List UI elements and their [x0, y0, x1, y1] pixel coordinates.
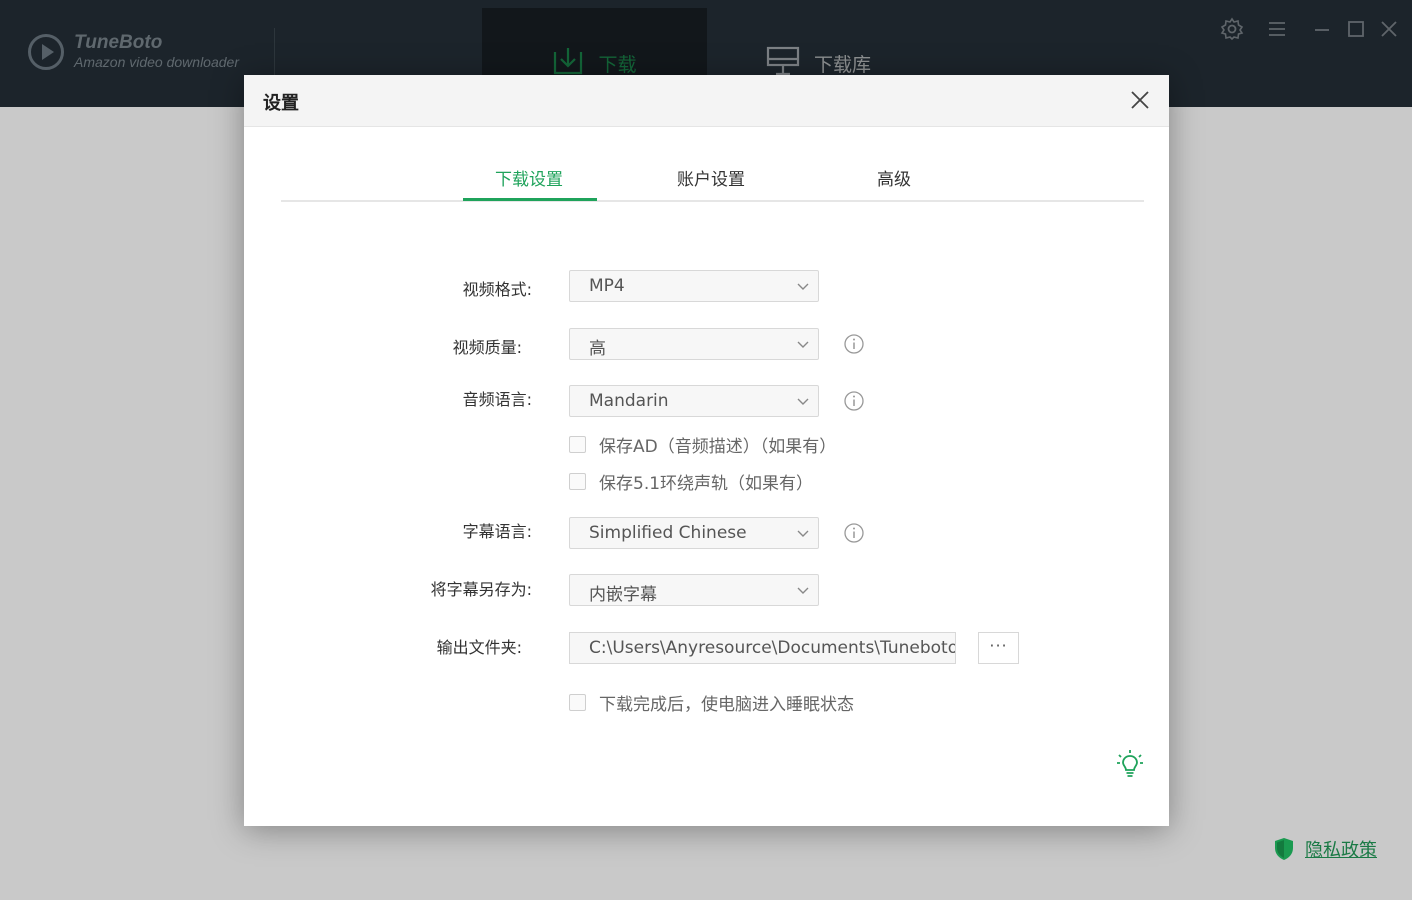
browse-folder-button[interactable]: ··· [978, 632, 1019, 664]
output-folder-label: 输出文件夹: [436, 638, 522, 657]
save-51-option[interactable]: 保存5.1环绕声轨（如果有） [569, 469, 813, 494]
save-subtitle-as-select[interactable]: 内嵌字幕 [569, 574, 819, 606]
chevron-down-icon [797, 398, 809, 405]
output-folder-input[interactable]: C:\Users\Anyresource\Documents\Tuneboto [569, 632, 956, 664]
chevron-down-icon [797, 587, 809, 594]
save-ad-option[interactable]: 保存AD（音频描述）（如果有） [569, 432, 836, 457]
lightbulb-icon[interactable] [1116, 749, 1144, 779]
settings-tabs: 下载设置 账户设置 高级 [281, 157, 1144, 202]
info-icon[interactable] [843, 333, 865, 355]
audio-language-label: 音频语言: [462, 390, 532, 409]
dialog-title: 设置 [263, 93, 299, 114]
output-folder-value: C:\Users\Anyresource\Documents\Tuneboto [589, 638, 956, 658]
save-subtitle-as-value: 内嵌字幕 [589, 585, 657, 605]
save-ad-checkbox[interactable] [569, 436, 586, 453]
video-quality-select[interactable]: 高 [569, 328, 819, 360]
audio-language-select[interactable]: Mandarin [569, 385, 819, 417]
video-quality-value: 高 [589, 339, 606, 359]
video-format-label: 视频格式: [462, 280, 532, 299]
info-icon[interactable] [843, 522, 865, 544]
subtitle-language-value: Simplified Chinese [589, 523, 747, 543]
video-quality-label: 视频质量: [452, 338, 522, 357]
tab-advanced[interactable]: 高级 [877, 165, 911, 190]
chevron-down-icon [797, 341, 809, 348]
video-format-value: MP4 [589, 276, 625, 296]
subtitle-language-label: 字幕语言: [462, 522, 532, 541]
save-ad-label: 保存AD（音频描述）（如果有） [599, 437, 837, 457]
sleep-after-option[interactable]: 下载完成后，使电脑进入睡眠状态 [569, 690, 854, 715]
tab-account-settings[interactable]: 账户设置 [677, 165, 745, 190]
subtitle-language-select[interactable]: Simplified Chinese [569, 517, 819, 549]
save-51-label: 保存5.1环绕声轨（如果有） [599, 474, 814, 494]
sleep-after-checkbox[interactable] [569, 694, 586, 711]
dialog-header: 设置 [244, 75, 1169, 127]
privacy-policy-link[interactable]: 隐私政策 [1273, 836, 1377, 862]
tab-download-settings[interactable]: 下载设置 [495, 165, 563, 190]
chevron-down-icon [797, 283, 809, 290]
chevron-down-icon [797, 530, 809, 537]
video-format-select[interactable]: MP4 [569, 270, 819, 302]
privacy-policy-label: 隐私政策 [1305, 840, 1377, 861]
sleep-after-label: 下载完成后，使电脑进入睡眠状态 [599, 695, 854, 715]
save-51-checkbox[interactable] [569, 473, 586, 490]
active-tab-indicator [463, 198, 597, 201]
shield-icon [1275, 838, 1293, 860]
save-subtitle-as-label: 将字幕另存为: [430, 580, 532, 599]
info-icon[interactable] [843, 390, 865, 412]
audio-language-value: Mandarin [589, 391, 669, 411]
settings-dialog: 设置 下载设置 账户设置 高级 视频格式: MP4 视频质量: 高 音频语言: … [244, 75, 1169, 826]
close-icon[interactable] [1129, 89, 1151, 111]
